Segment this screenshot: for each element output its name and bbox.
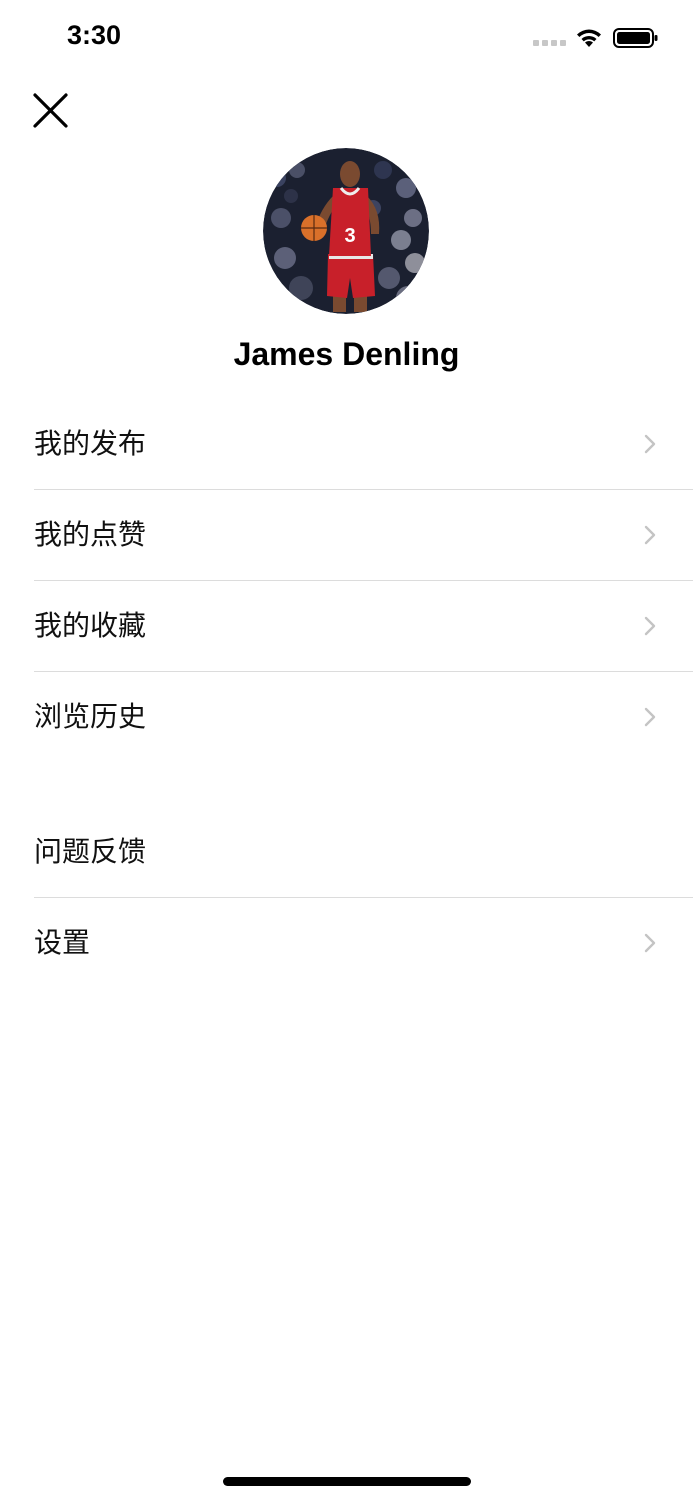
battery-icon bbox=[613, 28, 658, 48]
chevron-right-icon bbox=[644, 525, 656, 545]
menu-item-settings[interactable]: 设置 bbox=[0, 898, 693, 988]
close-icon[interactable] bbox=[30, 90, 72, 132]
menu-item-label: 我的收藏 bbox=[34, 609, 147, 642]
menu-item-label: 我的点赞 bbox=[34, 518, 147, 551]
profile-name: James Denling bbox=[233, 336, 460, 372]
menu-item-label: 问题反馈 bbox=[34, 835, 147, 868]
avatar[interactable]: 3 bbox=[263, 148, 429, 314]
menu-item-label: 我的发布 bbox=[34, 427, 147, 460]
menu-group-secondary: 问题反馈 设置 bbox=[0, 807, 693, 988]
menu-group-primary: 我的发布 我的点赞 我的收藏 浏览历史 bbox=[0, 399, 693, 762]
svg-text:3: 3 bbox=[344, 225, 355, 247]
chevron-right-icon bbox=[644, 434, 656, 454]
wifi-icon bbox=[577, 29, 601, 47]
menu-item-my-likes[interactable]: 我的点赞 bbox=[0, 490, 693, 580]
home-indicator[interactable] bbox=[223, 1477, 471, 1486]
status-time: 3:30 bbox=[67, 20, 122, 50]
menu-item-label: 浏览历史 bbox=[34, 700, 147, 733]
menu-item-my-favorites[interactable]: 我的收藏 bbox=[0, 581, 693, 671]
menu-item-feedback[interactable]: 问题反馈 bbox=[0, 807, 693, 897]
cellular-signal-icon bbox=[533, 40, 567, 48]
menu-item-my-posts[interactable]: 我的发布 bbox=[0, 399, 693, 489]
status-bar: 3:30 bbox=[0, 0, 693, 80]
chevron-right-icon bbox=[644, 707, 656, 727]
menu-item-browsing-history[interactable]: 浏览历史 bbox=[0, 672, 693, 762]
menu-item-label: 设置 bbox=[34, 926, 91, 959]
chevron-right-icon bbox=[644, 933, 656, 953]
basketball-player-avatar: 3 bbox=[263, 148, 429, 314]
chevron-right-icon bbox=[644, 616, 656, 636]
